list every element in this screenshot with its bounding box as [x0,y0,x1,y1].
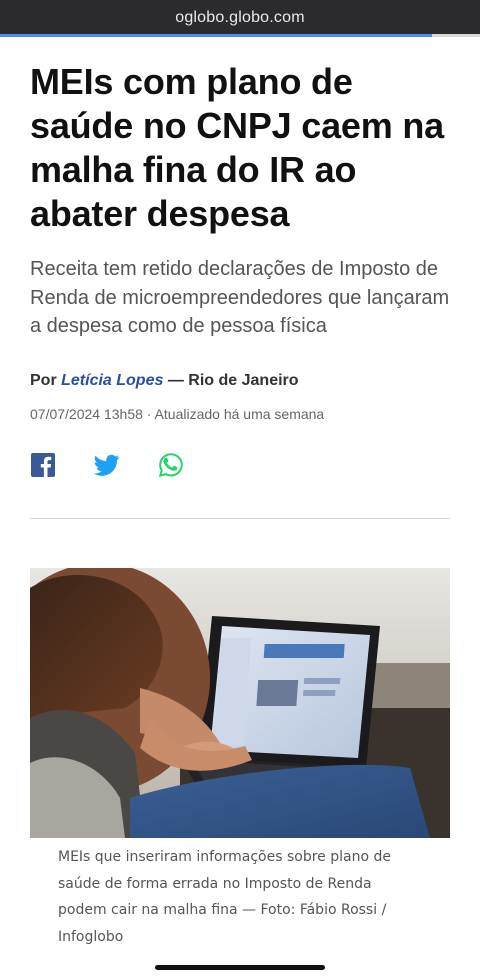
page-load-progress [0,34,480,37]
publish-date: 07/07/2024 13h58 · Atualizado há uma sem… [30,406,325,422]
url-text[interactable]: oglobo.globo.com [175,9,305,27]
address-bar[interactable]: oglobo.globo.com [0,0,480,36]
facebook-icon [31,453,55,477]
article-photo[interactable] [30,568,450,838]
page-load-progress-fill [0,34,432,37]
facebook-share-button[interactable] [30,452,56,478]
byline-location: Rio de Janeiro [188,372,299,389]
byline: Por Letícia Lopes — Rio de Janeiro [30,372,299,390]
section-divider [30,518,450,519]
twitter-share-button[interactable] [93,452,120,478]
whatsapp-share-button[interactable] [158,452,184,478]
article-photo-illustration [30,568,450,838]
whatsapp-icon [158,453,183,477]
byline-separator: — [167,372,184,389]
author-link[interactable]: Letícia Lopes [61,372,163,389]
twitter-icon [93,454,120,476]
article-subtitle: Receita tem retido declarações de Impost… [30,258,450,337]
photo-caption: MEIs que inseriram informações sobre pla… [58,849,391,945]
article-headline: MEIs com plano de saúde no CNPJ caem na … [30,61,444,234]
byline-prefix: Por [30,372,57,389]
home-indicator[interactable] [155,965,325,970]
share-bar [30,452,184,478]
